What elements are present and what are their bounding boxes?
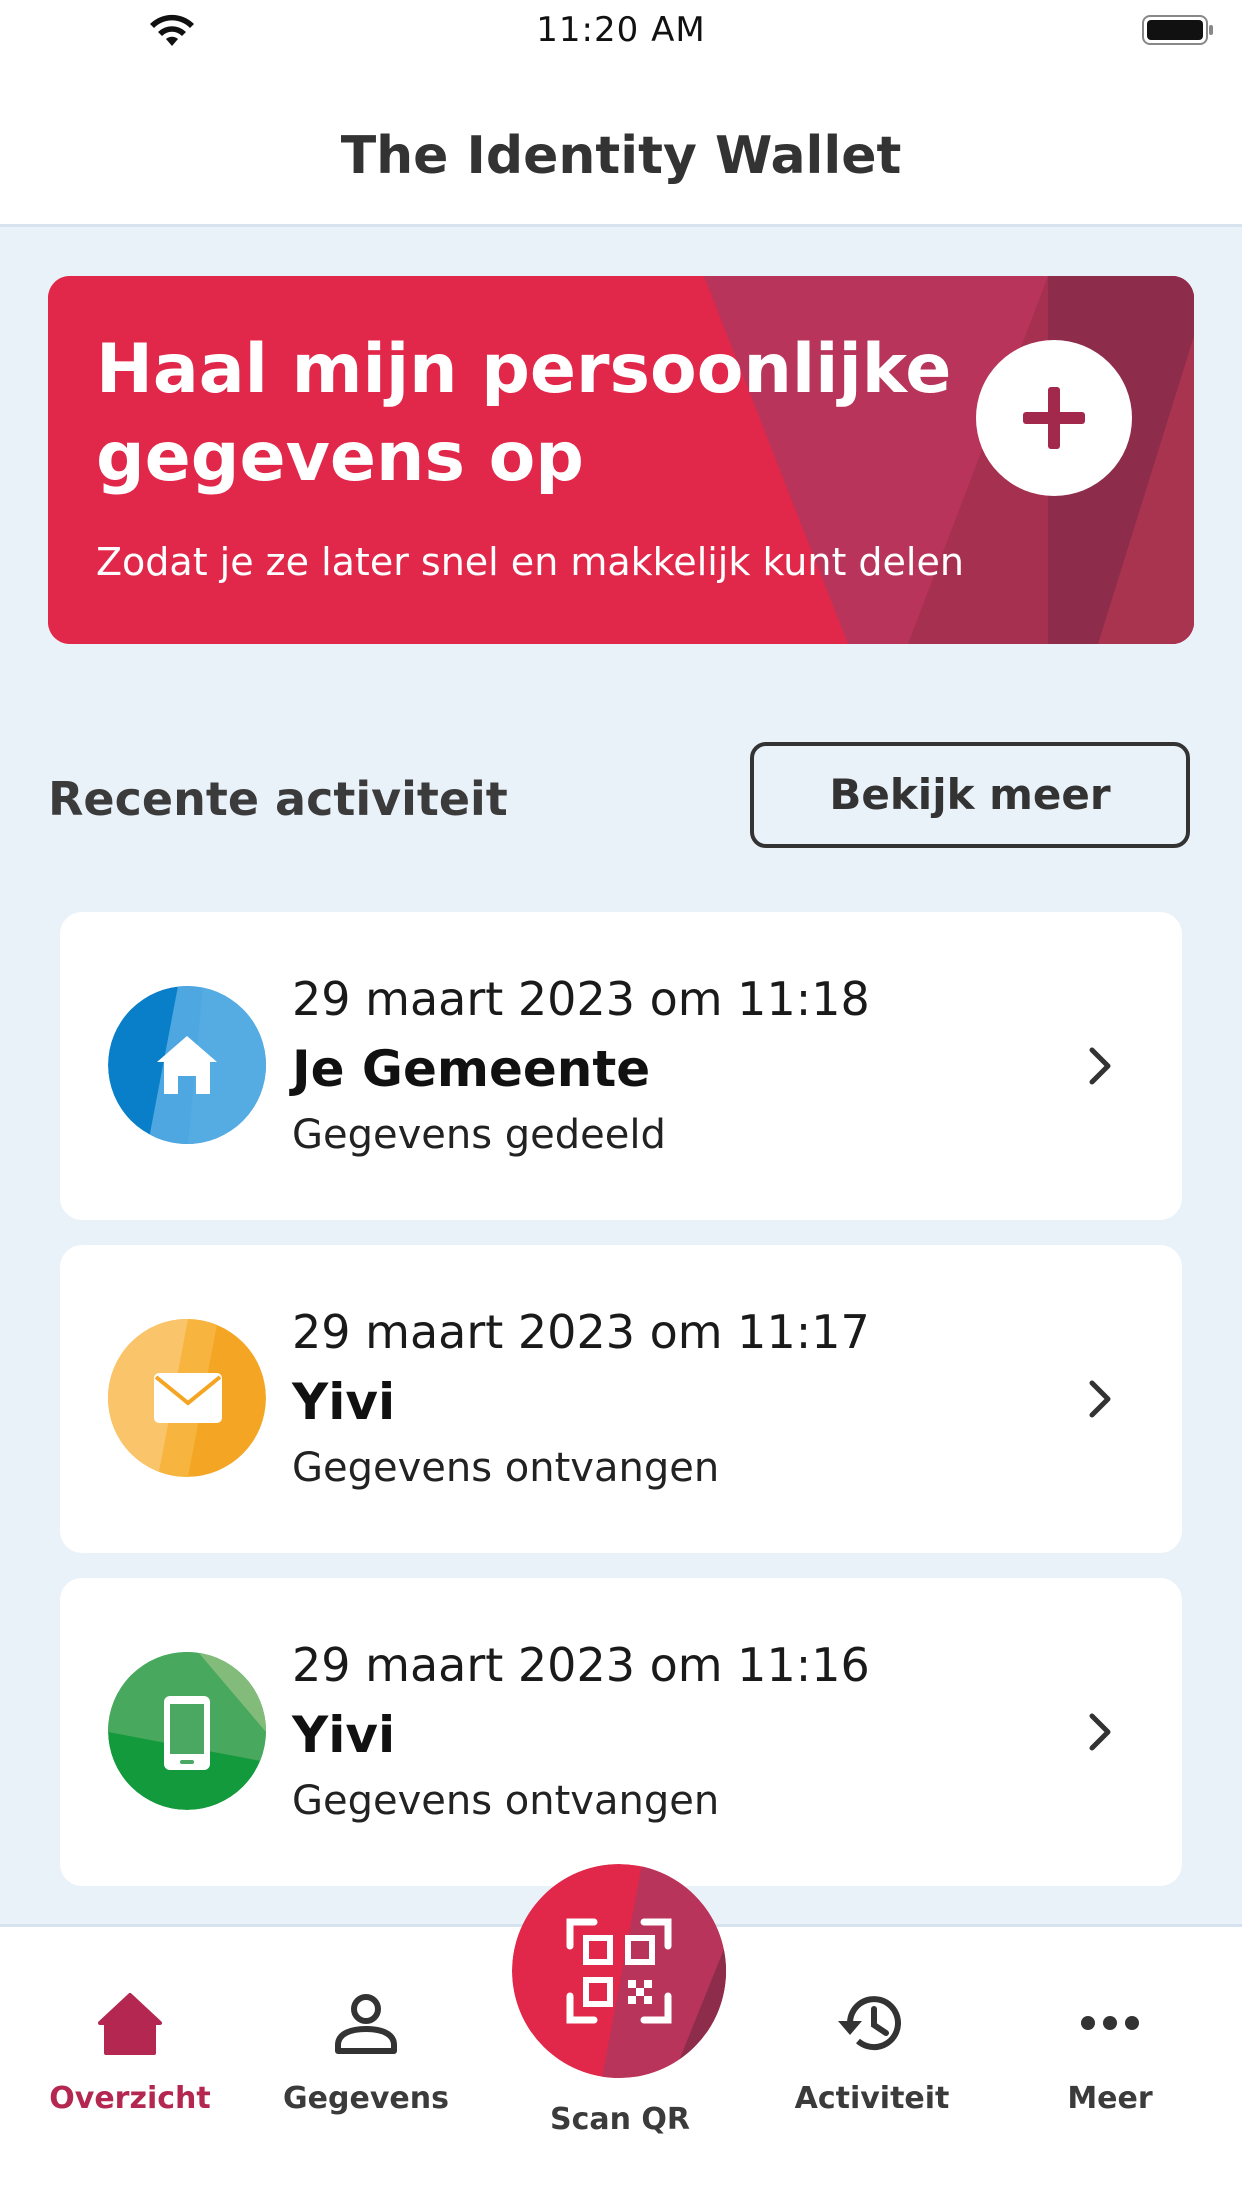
recent-activity-heading: Recente activiteit [48,772,508,826]
scan-qr-label: Scan QR [549,2102,691,2137]
activity-name: Yivi [292,1373,396,1431]
chevron-right-icon [1089,1380,1111,1418]
person-icon [335,1994,397,2054]
battery-icon [1142,15,1213,45]
activity-date: 29 maart 2023 om 11:17 [292,1305,870,1359]
activity-card[interactable]: 29 maart 2023 om 11:18 Je Gemeente Gegev… [60,912,1182,1220]
status-time: 11:20 AM [536,10,706,50]
envelope-icon [108,1319,266,1477]
more-dots-icon [1081,2016,1139,2030]
activity-name: Yivi [292,1706,396,1764]
status-bar: 11:20 AM [0,0,1242,62]
phone-icon [108,1652,266,1810]
history-icon [838,1996,901,2051]
activity-date: 29 maart 2023 om 11:16 [292,1638,870,1692]
add-button[interactable] [976,340,1132,496]
home-icon [98,1993,162,2055]
view-more-button[interactable]: Bekijk meer [750,742,1190,848]
activity-name: Je Gemeente [292,1040,651,1098]
tab-more-label: Meer [1067,2081,1153,2116]
tab-overview[interactable]: Overzicht [30,1987,230,2147]
tab-activity-label: Activiteit [794,2081,950,2116]
tab-data[interactable]: Gegevens [266,1987,466,2147]
activity-date: 29 maart 2023 om 11:18 [292,972,870,1026]
tab-overview-label: Overzicht [49,2081,211,2116]
chevron-right-icon [1089,1713,1111,1751]
scan-qr-button[interactable] [512,1864,726,2078]
tab-activity[interactable]: Activiteit [772,1987,972,2147]
chevron-right-icon [1089,1047,1111,1085]
fetch-data-banner[interactable]: Haal mijn persoonlijke gegevens op Zodat… [48,276,1194,644]
activity-card[interactable]: 29 maart 2023 om 11:16 Yivi Gegevens ont… [60,1578,1182,1886]
banner-subtitle: Zodat je ze later snel en makkelijk kunt… [96,540,964,584]
home-icon [108,986,266,1144]
qr-code-icon [512,1864,726,2078]
plus-icon [1023,387,1085,449]
activity-description: Gegevens ontvangen [292,1778,720,1824]
banner-title: Haal mijn persoonlijke gegevens op [96,330,952,497]
page-title: The Identity Wallet [340,126,902,186]
app-bar: The Identity Wallet [0,62,1242,227]
tab-data-label: Gegevens [283,2081,449,2116]
activity-description: Gegevens gedeeld [292,1112,666,1158]
tab-more[interactable]: Meer [1010,1987,1210,2147]
activity-description: Gegevens ontvangen [292,1445,720,1491]
activity-card[interactable]: 29 maart 2023 om 11:17 Yivi Gegevens ont… [60,1245,1182,1553]
